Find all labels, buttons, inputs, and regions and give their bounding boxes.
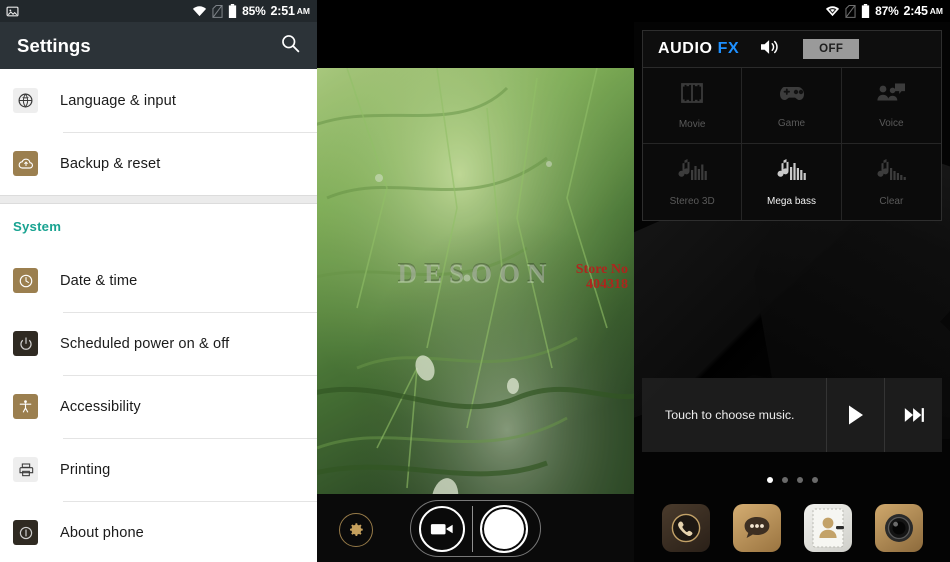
- settings-row-label: Accessibility: [60, 398, 141, 415]
- cloud-upload-icon: [13, 151, 38, 176]
- next-track-icon[interactable]: [884, 378, 942, 452]
- camera-preview-image: [317, 68, 634, 494]
- settings-panel: 85% 2:51 AM Settings Language & input Ba…: [0, 0, 317, 562]
- accessibility-icon: [13, 394, 38, 419]
- camera-viewfinder[interactable]: [317, 68, 634, 494]
- logo-text-audio: AUDIO: [658, 40, 718, 57]
- language-globe-icon: [13, 88, 38, 113]
- preset-label: Stereo 3D: [669, 195, 715, 207]
- settings-list-top: Language & input Backup & reset: [0, 69, 317, 195]
- status-time: 2:51: [270, 4, 295, 18]
- voice-chat-icon: [876, 82, 906, 109]
- status-ampm: AM: [296, 6, 310, 16]
- audio-fx-power-toggle[interactable]: OFF: [803, 39, 860, 59]
- printer-icon: [13, 457, 38, 482]
- contacts-app-icon[interactable]: [803, 504, 852, 552]
- list-divider: [0, 195, 317, 204]
- film-icon: [679, 81, 705, 110]
- audio-fx-panel: 87% 2:45 AM AUDIO FX OFF Movie Game Voic…: [634, 0, 950, 562]
- preset-label: Mega bass: [767, 195, 816, 207]
- preset-stereo-3d[interactable]: Stereo 3D: [643, 144, 743, 220]
- shutter-button[interactable]: [480, 504, 528, 553]
- video-record-icon[interactable]: [419, 505, 465, 552]
- preset-label: Game: [777, 118, 806, 129]
- settings-app-bar: Settings: [0, 22, 317, 69]
- settings-list-system: Date & time Scheduled power on & off Acc…: [0, 249, 317, 562]
- preset-clear[interactable]: Clear: [841, 144, 941, 220]
- gamepad-icon: [776, 82, 806, 109]
- settings-row-printing[interactable]: Printing: [0, 438, 317, 501]
- equalizer-icon: [675, 158, 709, 187]
- audio-fx-header: AUDIO FX OFF: [643, 31, 941, 68]
- image-icon: [6, 5, 19, 18]
- section-header-system: System: [13, 219, 62, 234]
- screenshot-root: 85% 2:51 AM Settings Language & input Ba…: [0, 0, 950, 562]
- no-sim-icon: [212, 4, 223, 18]
- settings-status-bar: 85% 2:51 AM: [0, 0, 317, 22]
- settings-row-language-input[interactable]: Language & input: [0, 69, 317, 132]
- page-dot[interactable]: [766, 477, 773, 483]
- search-icon[interactable]: [280, 33, 301, 59]
- choose-music-label[interactable]: Touch to choose music.: [642, 408, 826, 422]
- preset-label: Movie: [678, 119, 706, 130]
- preset-mega-bass[interactable]: Mega bass: [742, 144, 842, 220]
- preset-label: Voice: [879, 118, 904, 129]
- wifi-icon: [192, 5, 207, 17]
- page-dot[interactable]: [796, 477, 803, 483]
- settings-row-label: About phone: [60, 524, 144, 541]
- audio-fx-preset-grid: Movie Game Voice Stereo 3D Mega bass Cle…: [643, 68, 941, 220]
- camera-shutter-group: [410, 500, 541, 557]
- status-time: 2:45: [903, 4, 928, 18]
- clock-icon: [13, 268, 38, 293]
- equalizer-icon: [874, 158, 908, 187]
- control-divider: [472, 505, 473, 552]
- audio-fx-logo: AUDIO FX: [658, 40, 739, 58]
- battery-percent: 87%: [875, 4, 899, 18]
- settings-row-backup-reset[interactable]: Backup & reset: [0, 132, 317, 195]
- messages-app-icon[interactable]: [732, 504, 781, 552]
- battery-icon: [228, 4, 237, 19]
- settings-row-label: Scheduled power on & off: [60, 335, 230, 352]
- home-page-indicator: [634, 477, 950, 483]
- wifi-icon: [825, 5, 840, 17]
- page-dot[interactable]: [811, 477, 818, 483]
- equalizer-icon: [774, 158, 808, 187]
- audio-status-bar: 87% 2:45 AM: [634, 0, 950, 22]
- preset-voice[interactable]: Voice: [841, 68, 941, 144]
- logo-text-fx: FX: [717, 40, 740, 57]
- settings-row-label: Backup & reset: [60, 155, 161, 172]
- home-dock: [634, 504, 950, 552]
- camera-bottom-bar: [317, 494, 634, 562]
- camera-app-icon[interactable]: [874, 504, 923, 552]
- preset-label: Clear: [879, 195, 904, 207]
- settings-row-about-phone[interactable]: About phone: [0, 501, 317, 562]
- battery-icon: [861, 4, 870, 19]
- settings-row-label: Language & input: [60, 92, 177, 109]
- power-icon: [13, 331, 38, 356]
- phone-app-icon[interactable]: [661, 504, 710, 552]
- play-icon[interactable]: [826, 378, 884, 452]
- settings-row-date-time[interactable]: Date & time: [0, 249, 317, 312]
- status-ampm: AM: [929, 6, 943, 16]
- no-sim-icon: [845, 4, 856, 18]
- camera-panel: DESOON Store No 404318: [317, 0, 634, 562]
- audio-fx-widget: AUDIO FX OFF Movie Game Voice Stereo 3D …: [642, 30, 942, 221]
- settings-row-scheduled-power[interactable]: Scheduled power on & off: [0, 312, 317, 375]
- settings-row-accessibility[interactable]: Accessibility: [0, 375, 317, 438]
- settings-row-label: Printing: [60, 461, 111, 478]
- preset-movie[interactable]: Movie: [643, 68, 743, 144]
- battery-percent: 85%: [242, 4, 266, 18]
- settings-gear-icon[interactable]: [339, 513, 373, 547]
- preset-game[interactable]: Game: [742, 68, 842, 144]
- music-player-widget: Touch to choose music.: [642, 378, 942, 452]
- info-icon: [13, 520, 38, 545]
- settings-row-label: Date & time: [60, 272, 138, 289]
- page-title: Settings: [17, 34, 91, 56]
- speaker-icon[interactable]: [759, 38, 781, 61]
- page-dot[interactable]: [781, 477, 788, 483]
